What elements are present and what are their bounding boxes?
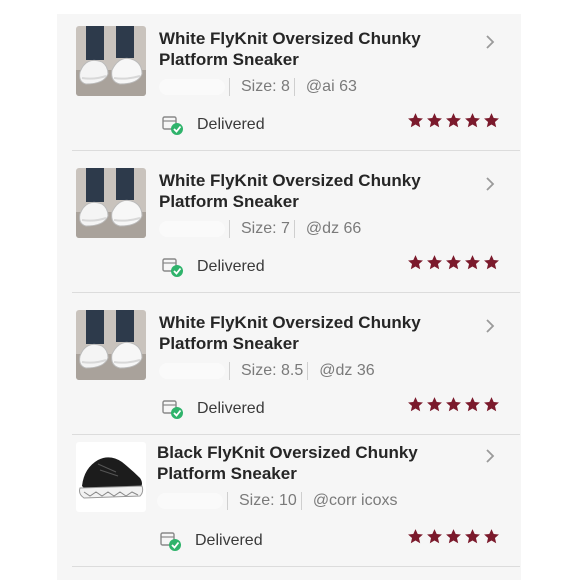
- buyer-username[interactable]: @corr icoxs: [313, 492, 398, 509]
- redacted-text: [159, 220, 225, 237]
- rating-stars: [407, 396, 500, 413]
- rating-stars: [407, 528, 500, 545]
- size-label: Size: 10: [239, 492, 297, 509]
- star-icon: [446, 113, 461, 128]
- product-title[interactable]: White FlyKnit Oversized Chunky Platform …: [159, 312, 459, 354]
- star-icon: [484, 397, 499, 412]
- order-item[interactable]: Black FlyKnit Oversized Chunky Platform …: [72, 434, 520, 567]
- star-icon: [465, 397, 480, 412]
- order-item[interactable]: White FlyKnit Oversized Chunky Platform …: [72, 156, 520, 293]
- product-thumbnail[interactable]: [76, 168, 146, 238]
- redacted-text: [159, 362, 225, 379]
- star-icon: [427, 255, 442, 270]
- product-title[interactable]: Black FlyKnit Oversized Chunky Platform …: [157, 442, 457, 484]
- star-icon: [408, 255, 423, 270]
- order-meta: Size: 8.5 @dz 36: [159, 361, 375, 381]
- divider: [307, 361, 309, 380]
- product-title[interactable]: White FlyKnit Oversized Chunky Platform …: [159, 170, 459, 212]
- status-label: Delivered: [197, 116, 265, 133]
- redacted-text: [157, 492, 223, 509]
- star-icon: [408, 529, 423, 544]
- product-title[interactable]: White FlyKnit Oversized Chunky Platform …: [159, 28, 459, 70]
- buyer-username[interactable]: @dz 36: [319, 362, 374, 379]
- divider: [229, 219, 230, 238]
- order-meta: Size: 8 @ai 63: [159, 77, 357, 97]
- star-icon: [465, 255, 480, 270]
- order-status: Delivered: [162, 114, 265, 136]
- product-thumbnail[interactable]: [76, 442, 146, 512]
- order-item[interactable]: White FlyKnit Oversized Chunky Platform …: [72, 14, 520, 151]
- rating-stars: [407, 254, 500, 271]
- star-icon: [484, 529, 499, 544]
- chevron-right-icon[interactable]: [482, 318, 498, 334]
- buyer-username[interactable]: @dz 66: [306, 220, 361, 237]
- star-icon: [465, 113, 480, 128]
- chevron-right-icon[interactable]: [482, 448, 498, 464]
- order-item[interactable]: White FlyKnit Oversized Chunky Platform …: [72, 298, 520, 435]
- divider: [300, 491, 302, 510]
- divider: [293, 77, 295, 96]
- order-status: Delivered: [162, 398, 265, 420]
- product-thumbnail[interactable]: [76, 310, 146, 380]
- order-status: Delivered: [162, 256, 265, 278]
- size-label: Size: 7: [241, 220, 290, 237]
- star-icon: [484, 113, 499, 128]
- size-label: Size: 8: [241, 78, 290, 95]
- divider: [229, 361, 230, 380]
- buyer-username[interactable]: @ai 63: [306, 78, 357, 95]
- status-label: Delivered: [195, 532, 263, 549]
- order-meta: Size: 7 @dz 66: [159, 219, 361, 239]
- status-label: Delivered: [197, 258, 265, 275]
- divider: [227, 491, 228, 510]
- delivered-box-icon: [162, 400, 183, 419]
- star-icon: [446, 397, 461, 412]
- delivered-box-icon: [162, 258, 183, 277]
- star-icon: [484, 255, 499, 270]
- rating-stars: [407, 112, 500, 129]
- star-icon: [427, 529, 442, 544]
- delivered-box-icon: [162, 116, 183, 135]
- divider: [293, 219, 295, 238]
- star-icon: [446, 529, 461, 544]
- star-icon: [446, 255, 461, 270]
- redacted-text: [159, 78, 225, 95]
- status-label: Delivered: [197, 400, 265, 417]
- star-icon: [408, 397, 423, 412]
- chevron-right-icon[interactable]: [482, 34, 498, 50]
- star-icon: [408, 113, 423, 128]
- star-icon: [427, 113, 442, 128]
- size-label: Size: 8.5: [241, 362, 304, 379]
- divider: [229, 77, 230, 96]
- star-icon: [465, 529, 480, 544]
- order-status: Delivered: [160, 530, 263, 552]
- product-thumbnail[interactable]: [76, 26, 146, 96]
- order-meta: Size: 10 @corr icoxs: [157, 491, 398, 511]
- chevron-right-icon[interactable]: [482, 176, 498, 192]
- star-icon: [427, 397, 442, 412]
- delivered-box-icon: [160, 532, 181, 551]
